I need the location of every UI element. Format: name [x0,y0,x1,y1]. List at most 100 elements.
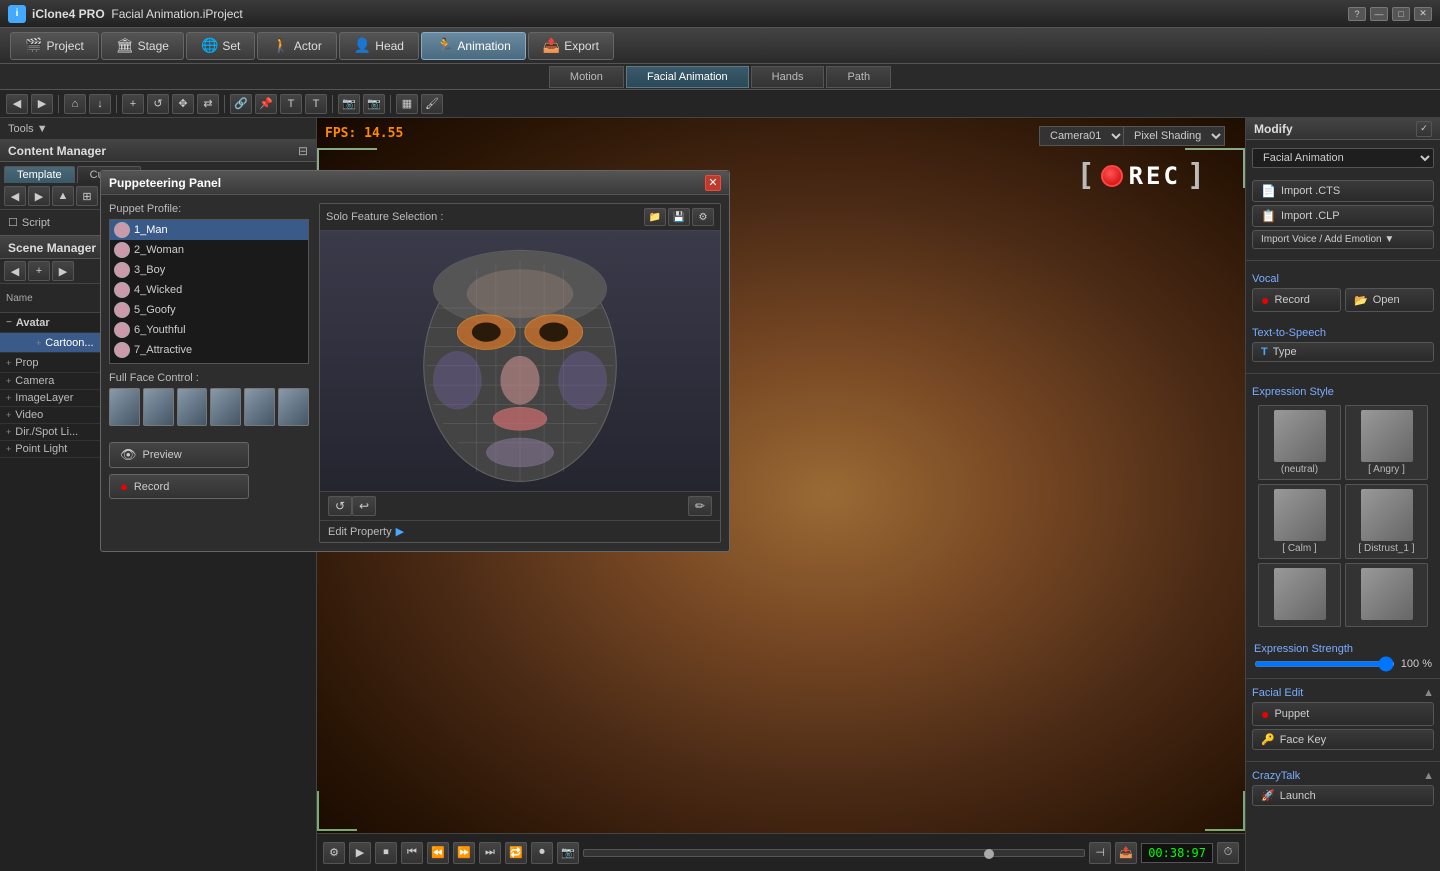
help-button[interactable]: ? [1348,7,1366,21]
toolbar-link[interactable]: 🔗 [230,94,252,114]
tl-record[interactable]: ⏺ [531,842,553,864]
sm-tool-1[interactable]: ◀ [4,261,26,281]
toolbar-cam2[interactable]: 📷 [363,94,385,114]
cartoon-expand[interactable]: + [36,338,41,348]
maximize-button[interactable]: □ [1392,7,1410,21]
cm-tool-2[interactable]: ▶ [28,186,50,206]
profile-item-5goofy[interactable]: 5_Goofy [110,300,308,320]
toolbar-home[interactable]: ⌂ [64,94,86,114]
profile-item-3boy[interactable]: 3_Boy [110,260,308,280]
dirspot-expand[interactable]: + [6,427,11,437]
script-checkbox[interactable]: ☐ [8,216,18,229]
puppet-panel-close[interactable]: ✕ [705,175,721,191]
import-cts-btn[interactable]: 📄 Import .CTS [1252,180,1434,202]
facekey-btn[interactable]: 🔑 Face Key [1252,729,1434,750]
timeline-track[interactable] [583,849,1085,857]
expr-5[interactable] [1258,563,1341,627]
toolbar-fwd[interactable]: ▶ [31,94,53,114]
tl-settings2[interactable]: ⏱ [1217,842,1239,864]
profile-item-4wicked[interactable]: 4_Wicked [110,280,308,300]
avatar-collapse[interactable]: − [6,317,12,328]
rp-check[interactable]: ✓ [1416,121,1432,137]
expr-strength-slider[interactable] [1254,661,1395,667]
cm-tool-3[interactable]: ▲ [52,186,74,206]
toolbar-t1[interactable]: T [280,94,302,114]
timeline-thumb[interactable] [984,849,994,859]
sub-facial-animation[interactable]: Facial Animation [626,66,749,88]
cm-tool-1[interactable]: ◀ [4,186,26,206]
video-expand[interactable]: + [6,410,11,420]
minimize-button[interactable]: — [1370,7,1388,21]
nav-stage[interactable]: 🏛 Stage [101,32,184,60]
tl-loop[interactable]: 🔁 [505,842,527,864]
profile-item-7attractive[interactable]: 7_Attractive [110,340,308,360]
toolbar-t2[interactable]: T [305,94,327,114]
expr-calm[interactable]: [ Calm ] [1258,484,1341,559]
sf-rotate-btn[interactable]: ↺ [328,496,352,516]
cm-tab-template[interactable]: Template [4,166,75,183]
puppet-record-btn[interactable]: ● Record [109,474,249,499]
pointlight-expand[interactable]: + [6,444,11,454]
vocal-open-btn[interactable]: 📂 Open [1345,288,1434,312]
toolbar-back[interactable]: ◀ [6,94,28,114]
nav-head[interactable]: 👤 Head [339,32,419,60]
tl-settings[interactable]: ⚙ [323,842,345,864]
shading-select[interactable]: Pixel Shading [1123,126,1225,146]
cm-close[interactable]: ⊟ [298,144,308,158]
face-thumb-1[interactable] [109,388,140,426]
nav-set[interactable]: 🌐 Set [186,32,255,60]
toolbar-down[interactable]: ↓ [89,94,111,114]
profile-item-1man[interactable]: 1_Man [110,220,308,240]
sm-tool-3[interactable]: ▶ [52,261,74,281]
sf-reset-btn[interactable]: ↩ [352,496,376,516]
face-thumb-4[interactable] [210,388,241,426]
rp-facial-dropdown[interactable]: Facial Animation [1252,148,1434,168]
tools-label[interactable]: Tools ▼ [8,123,48,135]
toolbar-flip[interactable]: ⇄ [197,94,219,114]
tl-play[interactable]: ▶ [349,842,371,864]
edit-property-btn[interactable]: Edit Property ▶ [320,520,720,542]
expr-6[interactable] [1345,563,1428,627]
sub-motion[interactable]: Motion [549,66,624,88]
close-button[interactable]: ✕ [1414,7,1432,21]
sf-btn-folder[interactable]: 📁 [644,208,666,226]
imagelayer-expand[interactable]: + [6,393,11,403]
profile-item-2woman[interactable]: 2_Woman [110,240,308,260]
tl-end[interactable]: ⊣ [1089,842,1111,864]
cm-tool-4[interactable]: ⊞ [76,186,98,206]
toolbar-cam[interactable]: 📷 [338,94,360,114]
tl-rew[interactable]: ⏪ [427,842,449,864]
nav-export[interactable]: 📤 Export [528,32,614,60]
sm-tool-2[interactable]: + [28,261,50,281]
toolbar-pin[interactable]: 📌 [255,94,277,114]
expr-distrust1[interactable]: [ Distrust_1 ] [1345,484,1428,559]
import-voice-btn[interactable]: Import Voice / Add Emotion ▼ [1252,230,1434,249]
sf-edit-btn[interactable]: ✏ [688,496,712,516]
sf-btn-save[interactable]: 💾 [668,208,690,226]
profile-item-6youthful[interactable]: 6_Youthful [110,320,308,340]
prop-expand[interactable]: + [6,358,11,368]
toolbar-move[interactable]: ✥ [172,94,194,114]
puppet-btn[interactable]: ● Puppet [1252,702,1434,726]
camera-expand[interactable]: + [6,376,11,386]
tl-next-frame[interactable]: ⏭ [479,842,501,864]
vocal-record-btn[interactable]: ● Record [1252,288,1341,312]
face-thumb-3[interactable] [177,388,208,426]
import-clp-btn[interactable]: 📋 Import .CLP [1252,205,1434,227]
nav-project[interactable]: 🎬 Project [10,32,99,60]
tl-camera[interactable]: 📷 [557,842,579,864]
toolbar-grid[interactable]: ▦ [396,94,418,114]
preview-btn[interactable]: 👁 Preview [109,442,249,468]
face-thumb-2[interactable] [143,388,174,426]
sf-btn-settings[interactable]: ⚙ [692,208,714,226]
face-thumb-5[interactable] [244,388,275,426]
toolbar-add[interactable]: + [122,94,144,114]
camera-select[interactable]: Camera01 [1039,126,1125,146]
expr-neutral[interactable]: (neutral) [1258,405,1341,480]
toolbar-rotate[interactable]: ↺ [147,94,169,114]
sub-hands[interactable]: Hands [751,66,825,88]
tl-export[interactable]: 📤 [1115,842,1137,864]
nav-animation[interactable]: 🏃 Animation [421,32,526,60]
sub-path[interactable]: Path [826,66,891,88]
tl-prev-frame[interactable]: ⏮ [401,842,423,864]
